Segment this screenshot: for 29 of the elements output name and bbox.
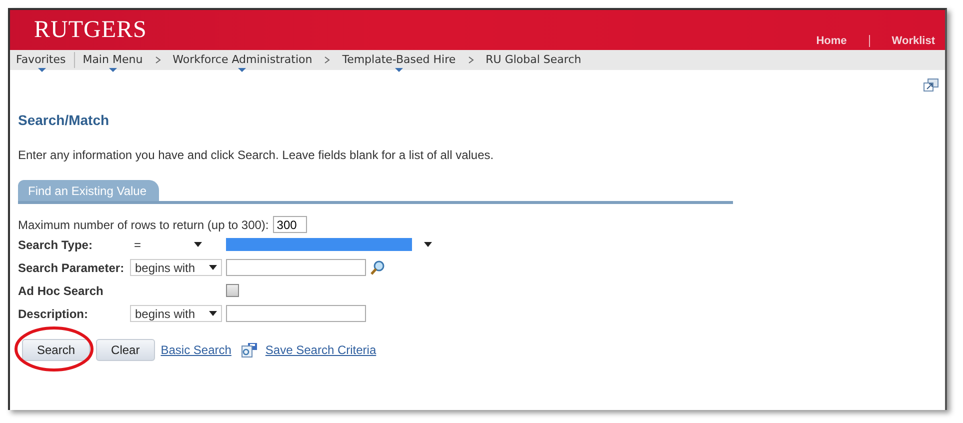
field-label: Maximum number of rows to return (up to 300):: [18, 218, 269, 232]
value-dropdown[interactable]: [226, 236, 434, 253]
rows-input[interactable]: 300: [272, 216, 307, 233]
new-window-icon: [923, 78, 939, 92]
breadcrumb-link[interactable]: Template-Based Hire: [342, 52, 456, 68]
header-link[interactable]: Home: [806, 35, 857, 47]
instructions-text: Enter any information you have and click Search. Leave fields blank for a list of all values.: [18, 148, 495, 162]
operator-dropdown[interactable]: begins with: [130, 305, 222, 322]
save-search-icon: [241, 342, 260, 358]
breadcrumb-link[interactable]: Workforce Administration: [172, 52, 312, 68]
action-button[interactable]: Search: [22, 339, 90, 361]
search-parameter-field[interactable]: [226, 259, 366, 276]
checkbox[interactable]: [226, 284, 239, 297]
breadcrumb-link[interactable]: Favorites: [16, 52, 66, 68]
link[interactable]: Basic Search: [160, 343, 232, 357]
field-label: Description:: [18, 306, 90, 320]
logo: RUTGERS: [34, 16, 147, 44]
link[interactable]: Save Search Criteria: [265, 343, 376, 357]
search-icon: [370, 260, 386, 276]
action-button[interactable]: Clear: [96, 339, 155, 361]
breadcrumb-link[interactable]: Main Menu: [82, 52, 143, 68]
operator-dropdown[interactable]: begins with: [130, 259, 222, 276]
header-link[interactable]: Worklist: [882, 35, 945, 47]
page-title: Search/Match: [18, 112, 110, 128]
field-label: Search Parameter:: [18, 260, 126, 274]
field-label: Ad Hoc Search: [18, 284, 104, 298]
breadcrumb-link[interactable]: RU Global Search: [486, 52, 582, 68]
field-label: Search Type:: [18, 238, 94, 252]
description-field[interactable]: [226, 305, 366, 322]
